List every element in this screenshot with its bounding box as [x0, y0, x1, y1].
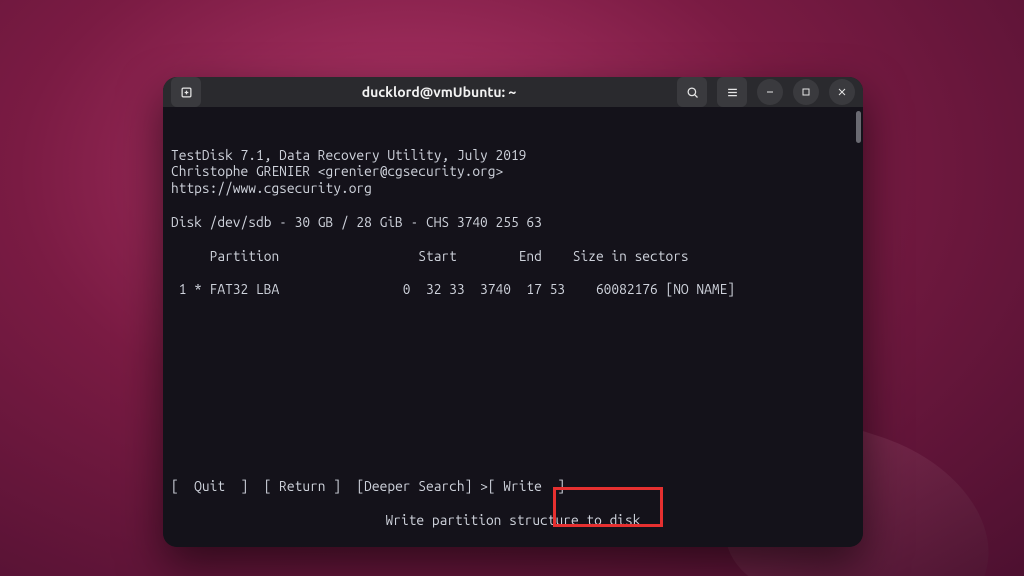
minimize-icon: [764, 86, 776, 98]
new-tab-icon: [179, 85, 194, 100]
partition-table-header: Partition Start End Size in sectors: [171, 248, 689, 264]
titlebar: ducklord@vmUbuntu: ~: [163, 77, 863, 107]
testdisk-header-line2: Christophe GRENIER <grenier@cgsecurity.o…: [171, 163, 503, 179]
terminal-window: ducklord@vmUbuntu: ~ TestDisk 7.1, Data …: [163, 77, 863, 547]
partition-row-1[interactable]: 1 * FAT32 LBA 0 32 33 3740 17 53 6008217…: [171, 281, 735, 297]
testdisk-header-line1: TestDisk 7.1, Data Recovery Utility, Jul…: [171, 147, 526, 163]
menu-row: [ Quit ] [ Return ] [Deeper Search] >[ W…: [171, 478, 855, 495]
search-icon: [685, 85, 700, 100]
menu-write[interactable]: >[ Write ]: [480, 478, 565, 494]
maximize-icon: [800, 86, 812, 98]
close-icon: [836, 86, 848, 98]
menu-quit[interactable]: [ Quit ]: [171, 478, 248, 494]
hamburger-menu-button[interactable]: [717, 77, 747, 107]
window-title: ducklord@vmUbuntu: ~: [207, 84, 671, 100]
menu-deeper-search[interactable]: [Deeper Search]: [356, 478, 472, 494]
new-tab-button[interactable]: [171, 77, 201, 107]
terminal-body[interactable]: TestDisk 7.1, Data Recovery Utility, Jul…: [163, 107, 863, 547]
minimize-button[interactable]: [757, 79, 783, 105]
testdisk-header-line3: https://www.cgsecurity.org: [171, 180, 372, 196]
status-line: Write partition structure to disk: [171, 512, 855, 529]
disk-info-line: Disk /dev/sdb - 30 GB / 28 GiB - CHS 374…: [171, 214, 542, 230]
hamburger-icon: [725, 85, 740, 100]
scrollbar-thumb[interactable]: [856, 111, 861, 143]
maximize-button[interactable]: [793, 79, 819, 105]
search-button[interactable]: [677, 77, 707, 107]
menu-return[interactable]: [ Return ]: [264, 478, 341, 494]
close-button[interactable]: [829, 79, 855, 105]
